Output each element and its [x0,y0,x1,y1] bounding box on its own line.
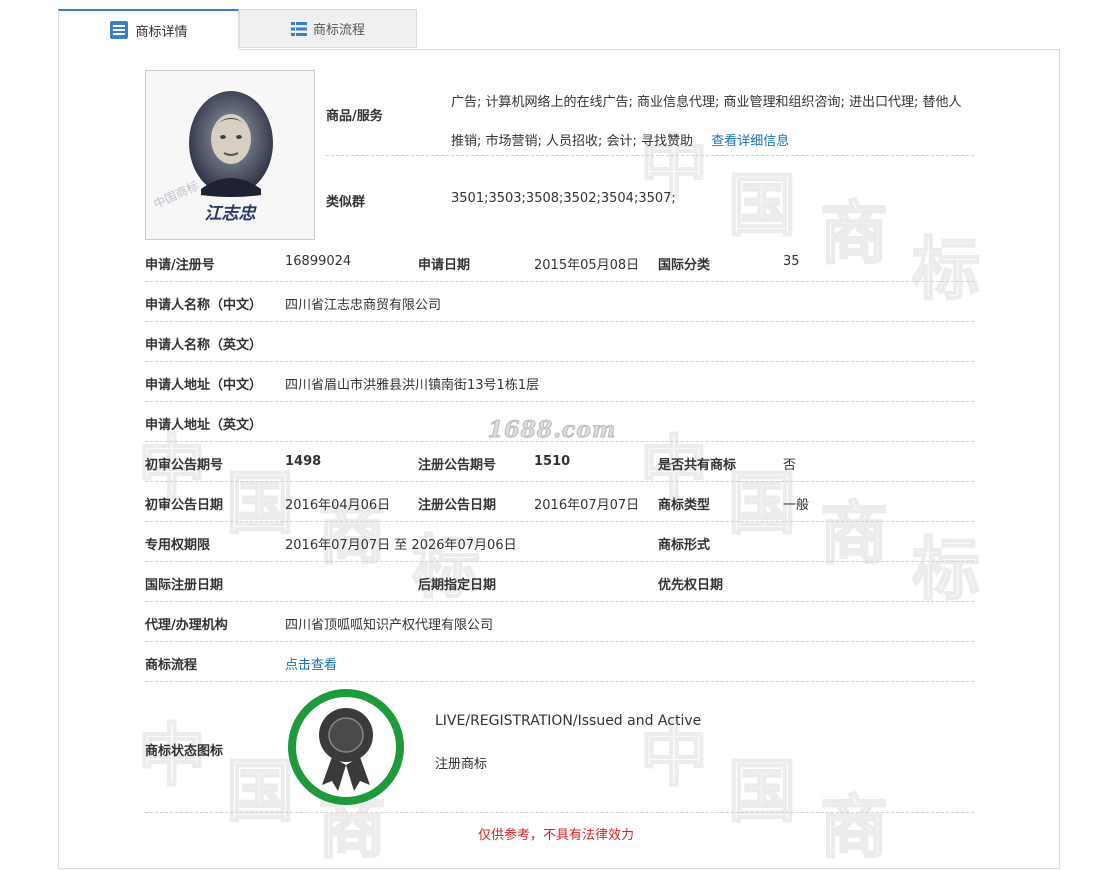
row-separator [145,641,974,642]
row-separator [145,441,974,442]
trademark-image: 中国商标 江志忠 [145,70,315,240]
applicant-en-label: 申请人名称（英文） [145,338,263,353]
watermark-site: 1688.com [487,417,617,444]
similar-group-value: 3501;3503;3508;3502;3504;3507; [451,191,676,206]
row-separator [145,812,974,813]
tm-type-label: 商标类型 [658,498,711,513]
list-icon [290,21,307,37]
row-separator [145,481,974,482]
apply-date-label: 申请日期 [418,258,471,273]
goods-services-text: 广告; 计算机网络上的在线广告; 商业信息代理; 商业管理和组织咨询; 进出口代… [451,95,962,149]
row-separator [145,601,974,602]
later-designation-label: 后期指定日期 [418,578,497,593]
status-badge [286,687,406,811]
intl-reg-date-label: 国际注册日期 [145,578,224,593]
address-en-label: 申请人地址（英文） [145,418,263,433]
reg-pub-no-value: 1510 [534,454,571,469]
address-cn-value: 四川省眉山市洪雅县洪川镇南街13号1栋1层 [285,378,540,393]
status-cn-text: 注册商标 [435,757,488,772]
intl-class-label: 国际分类 [658,258,711,273]
applicant-cn-value: 四川省江志忠商贸有限公司 [285,298,442,313]
prelim-pub-date-label: 初审公告日期 [145,498,224,513]
intl-class-value: 35 [783,254,800,269]
status-icon-label: 商标状态图标 [145,744,224,759]
agent-value: 四川省顶呱呱知识产权代理有限公司 [285,618,494,633]
prelim-pub-date-value: 2016年04月06日 [285,498,391,513]
row-separator [145,681,974,682]
row-separator [145,321,974,322]
document-list-icon [109,20,129,40]
tm-type-value: 一般 [783,498,810,513]
tab-label: 商标流程 [312,23,365,38]
disclaimer-notice: 仅供参考，不具有法律效力 [477,828,634,843]
goods-services-label: 商品/服务 [326,109,383,124]
view-process-link[interactable]: 点击查看 [285,654,337,673]
process-label: 商标流程 [145,658,198,673]
status-en-text: LIVE/REGISTRATION/Issued and Active [435,713,702,729]
address-cn-label: 申请人地址（中文） [145,378,263,393]
tm-form-label: 商标形式 [658,538,711,553]
prelim-pub-no-value: 1498 [285,454,322,469]
reg-pub-date-value: 2016年07月07日 [534,498,640,513]
trademark-signature-text: 江志忠 [204,204,256,224]
agent-label: 代理/办理机构 [145,618,228,633]
goods-services-value: 广告; 计算机网络上的在线广告; 商业信息代理; 商业管理和组织咨询; 进出口代… [451,83,971,161]
tab-label: 商标详情 [135,24,188,40]
row-separator [145,401,974,402]
reg-no-value: 16899024 [285,254,352,269]
row-separator [145,281,974,282]
tab-trademark-process[interactable]: 商标流程 [239,9,417,48]
prelim-pub-no-label: 初审公告期号 [145,458,224,473]
apply-date-value: 2015年05月08日 [534,258,640,273]
shared-value: 否 [783,458,797,473]
exclusive-period-label: 专用权期限 [145,538,211,553]
applicant-cn-label: 申请人名称（中文） [145,298,263,313]
award-ribbon-icon [288,689,404,805]
row-separator [145,521,974,522]
row-separator [145,361,974,362]
tab-trademark-details[interactable]: 商标详情 [58,9,239,50]
view-details-link[interactable]: 查看详细信息 [711,134,789,149]
priority-date-label: 优先权日期 [658,578,724,593]
row-separator [326,155,974,156]
reg-pub-date-label: 注册公告日期 [418,498,497,513]
similar-group-label: 类似群 [326,195,366,210]
reg-pub-no-label: 注册公告期号 [418,458,497,473]
tab-bar: 商标详情 商标流程 [58,9,1060,50]
reg-no-label: 申请/注册号 [145,258,215,273]
shared-label: 是否共有商标 [658,458,737,473]
exclusive-period-value: 2016年07月07日 至 2026年07月06日 [285,538,517,553]
row-separator [145,561,974,562]
